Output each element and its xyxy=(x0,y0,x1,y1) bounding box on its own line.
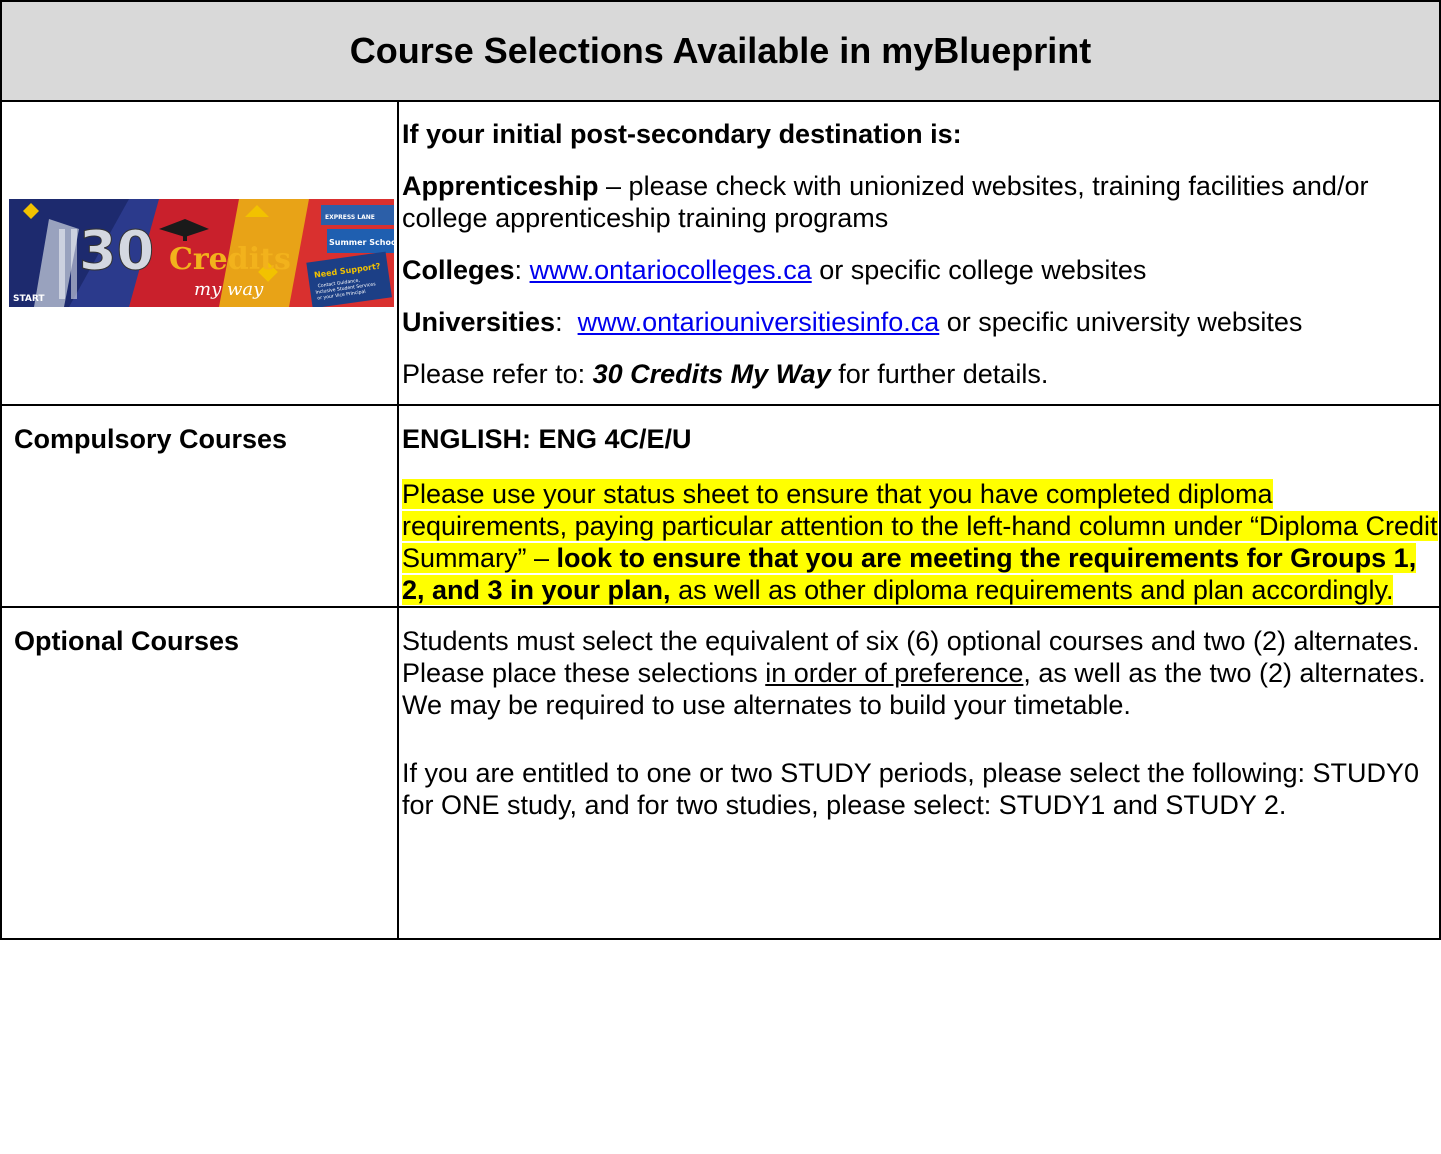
30-credits-my-way-banner-image: 30 Credits my way START EXPRESS LANE Sum… xyxy=(9,199,394,307)
destination-cell: If your initial post-secondary destinati… xyxy=(397,100,1441,406)
universities-label: Universities xyxy=(402,307,556,337)
apprenticeship-paragraph: Apprenticeship – please check with union… xyxy=(402,170,1439,234)
banner-express-text: EXPRESS LANE xyxy=(325,214,375,221)
document-page: Course Selections Available in myBluepri… xyxy=(0,0,1441,1154)
title-cell: Course Selections Available in myBluepri… xyxy=(0,0,1441,102)
banner-credits-text: Credits xyxy=(169,242,291,277)
optional-courses-label: Optional Courses xyxy=(14,626,240,656)
study-period-paragraph: If you are entitled to one or two STUDY … xyxy=(402,758,1420,820)
refer-paragraph: Please refer to: 30 Credits My Way for f… xyxy=(402,358,1439,390)
universities-text: or specific university websites xyxy=(939,307,1303,337)
optional-selection-paragraph: Students must select the equivalent of s… xyxy=(402,625,1439,721)
universities-paragraph: Universities: www.ontariouniversitiesinf… xyxy=(402,306,1439,338)
refer-title: 30 Credits My Way xyxy=(592,359,831,389)
compulsory-row: Compulsory Courses ENGLISH: ENG 4C/E/U P… xyxy=(0,404,1441,608)
refer-prefix: Please refer to: xyxy=(402,359,593,389)
compulsory-courses-label: Compulsory Courses xyxy=(14,424,288,454)
title-row: Course Selections Available in myBluepri… xyxy=(0,0,1441,102)
banner-cell: 30 Credits my way START EXPRESS LANE Sum… xyxy=(0,100,399,406)
colleges-text: or specific college websites xyxy=(811,255,1147,285)
banner-my-way-text: my way xyxy=(194,279,264,300)
status-note-text-2: as well as other diploma requirements an… xyxy=(670,575,1394,605)
optional-row: Optional Courses Students must select th… xyxy=(0,606,1441,940)
compulsory-label-cell: Compulsory Courses xyxy=(0,404,399,608)
compulsory-content-cell: ENGLISH: ENG 4C/E/U Please use your stat… xyxy=(397,404,1441,608)
ontariocolleges-link[interactable]: www.ontariocolleges.ca xyxy=(530,255,812,285)
banner-30-text: 30 xyxy=(79,219,154,282)
universities-separator: : xyxy=(555,307,578,337)
refer-suffix: for further details. xyxy=(830,359,1049,389)
destination-heading: If your initial post-secondary destinati… xyxy=(402,119,962,149)
status-sheet-note: Please use your status sheet to ensure t… xyxy=(402,478,1439,606)
banner-start-text: START xyxy=(13,294,45,304)
optional-content-cell: Students must select the equivalent of s… xyxy=(397,606,1441,940)
order-of-preference-text: in order of preference xyxy=(765,658,1024,688)
colleges-label: Colleges xyxy=(402,255,515,285)
banner-summer-text: Summer School xyxy=(329,238,394,247)
colleges-paragraph: Colleges: www.ontariocolleges.ca or spec… xyxy=(402,254,1439,286)
page-title: Course Selections Available in myBluepri… xyxy=(349,30,1092,71)
ontariouniversitiesinfo-link[interactable]: www.ontariouniversitiesinfo.ca xyxy=(578,307,940,337)
intro-row: 30 Credits my way START EXPRESS LANE Sum… xyxy=(0,100,1441,406)
english-requirement: ENGLISH: ENG 4C/E/U xyxy=(402,424,692,454)
colleges-separator: : xyxy=(514,255,530,285)
optional-label-cell: Optional Courses xyxy=(0,606,399,940)
apprenticeship-label: Apprenticeship xyxy=(402,171,599,201)
course-selection-table: Course Selections Available in myBluepri… xyxy=(0,0,1441,940)
